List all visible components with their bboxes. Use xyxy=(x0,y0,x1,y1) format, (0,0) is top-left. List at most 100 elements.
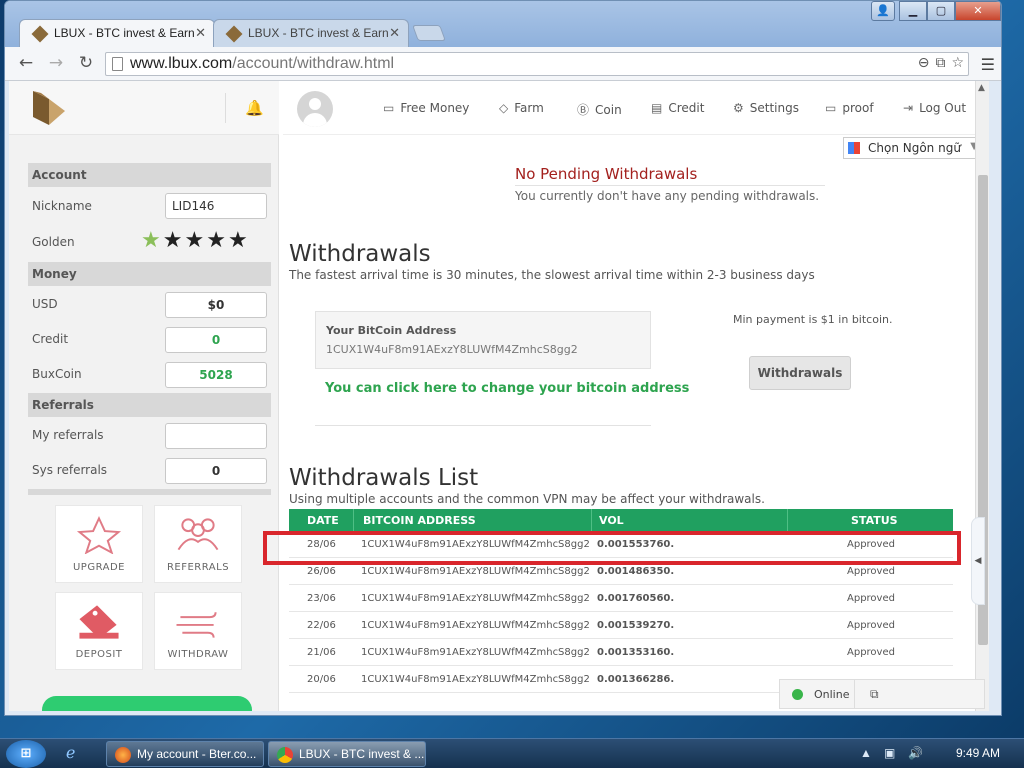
section-account: Account xyxy=(28,163,271,187)
taskbar-item-chrome[interactable]: LBUX - BTC invest & ... xyxy=(268,741,426,767)
nav-coin[interactable]: Ⓑ Coin xyxy=(577,101,622,118)
nav-credit[interactable]: ▤ Credit xyxy=(651,101,704,115)
usd-label: USD xyxy=(32,297,58,311)
zoom-icon[interactable]: ⊖ xyxy=(918,55,930,71)
google-translate-icon xyxy=(848,142,860,154)
withdrawals-button[interactable]: Withdrawals xyxy=(749,356,851,390)
golden-label: Golden xyxy=(32,235,75,249)
browser-window: LBUX - BTC invest & Earn ✕ LBUX - BTC in… xyxy=(4,0,1002,716)
deposit-tag-icon xyxy=(79,605,119,639)
proof-icon: ▭ xyxy=(825,101,837,115)
col-status: STATUS xyxy=(851,514,898,527)
star-icon: ★ xyxy=(206,228,228,253)
withdrawals-list-heading: Withdrawals List xyxy=(289,465,479,491)
credit-card-icon: ▤ xyxy=(651,101,663,115)
clock[interactable]: 9:49 AM xyxy=(956,746,1000,760)
star-icon: ★ xyxy=(162,228,185,253)
withdrawals-list-subtitle: Using multiple accounts and the common V… xyxy=(289,492,765,506)
sidebar-header: 🔔 xyxy=(9,81,279,135)
address-bar[interactable]: www.lbux.com/account/withdraw.html ⊖ ⧉ ☆ xyxy=(105,52,969,76)
taskbar-item-firefox[interactable]: My account - Bter.co... xyxy=(106,741,264,767)
my-referrals-label: My referrals xyxy=(32,428,104,442)
bookmark-star-icon[interactable]: ☆ xyxy=(951,55,964,71)
buxcoin-label: BuxCoin xyxy=(32,367,82,381)
new-tab-button[interactable] xyxy=(412,25,446,41)
star-icon: ★ xyxy=(141,228,163,253)
lbux-favicon-icon xyxy=(31,25,49,43)
sys-referrals-label: Sys referrals xyxy=(32,463,108,477)
table-row[interactable]: 21/06 1CUX1W4uF8m91AExzY8LUWfM4ZmhcS8gg2 0… xyxy=(289,639,953,666)
show-hidden-icons-icon[interactable]: ▲ xyxy=(860,746,872,760)
user-profile-icon[interactable]: 👤 xyxy=(871,1,895,21)
section-referrals: Referrals xyxy=(28,393,271,417)
network-icon[interactable]: ▣ xyxy=(884,746,895,760)
lbux-favicon-icon xyxy=(225,25,243,43)
browser-titlebar: LBUX - BTC invest & Earn ✕ LBUX - BTC in… xyxy=(5,1,1001,47)
nav-settings[interactable]: ⚙ Settings xyxy=(733,101,799,115)
scroll-up-icon: ▲ xyxy=(978,83,985,93)
buxcoin-field: 5028 xyxy=(165,362,267,388)
nickname-label: Nickname xyxy=(32,199,92,213)
nav-farm[interactable]: ◇ Farm xyxy=(499,101,544,115)
referrals-tile[interactable]: REFERRALS xyxy=(154,505,242,583)
popout-icon[interactable]: ⧉ xyxy=(870,687,879,702)
close-window-button[interactable]: ✕ xyxy=(955,1,1001,21)
table-row[interactable]: 28/06 1CUX1W4uF8m91AExzY8LUWfM4ZmhcS8gg2 0… xyxy=(289,531,953,558)
online-status-icon xyxy=(792,689,803,700)
nav-free-money[interactable]: ▭ Free Money xyxy=(383,101,469,115)
green-action-button[interactable] xyxy=(42,696,252,711)
table-row[interactable]: 26/06 1CUX1W4uF8m91AExzY8LUWfM4ZmhcS8gg2 0… xyxy=(289,558,953,585)
deposit-tile[interactable]: DEPOSIT xyxy=(55,592,143,670)
credit-field: 0 xyxy=(165,327,267,353)
table-header: DATE BITCOIN ADDRESS VOL STATUS xyxy=(289,509,953,531)
change-address-link[interactable]: You can click here to change your bitcoi… xyxy=(325,381,689,396)
start-button[interactable]: ⊞ xyxy=(6,740,46,768)
section-money: Money xyxy=(28,262,271,286)
bitcoin-address-box: Your BitCoin Address 1CUX1W4uF8m91AExzY8… xyxy=(315,311,651,369)
internet-explorer-icon[interactable]: ℯ xyxy=(66,743,75,762)
star-outline-icon xyxy=(76,516,122,554)
back-arrow-icon[interactable]: ← xyxy=(15,53,37,75)
pending-title: No Pending Withdrawals xyxy=(515,165,698,183)
chrome-menu-icon[interactable]: ☰ xyxy=(981,55,995,74)
main-content: ▭ Free Money ◇ Farm Ⓑ Coin ▤ Credit ⚙ Setting… xyxy=(283,81,983,711)
tab-close-icon[interactable]: ✕ xyxy=(389,25,400,41)
side-panel-toggle[interactable]: ◀ xyxy=(971,517,985,605)
star-icon: ★ xyxy=(184,228,207,253)
nav-proof[interactable]: ▭ proof xyxy=(825,101,874,115)
nav-logout[interactable]: ⇥ Log Out xyxy=(903,101,966,115)
golden-stars: ★★★★★ xyxy=(141,228,250,253)
avatar[interactable] xyxy=(297,91,333,127)
credit-label: Credit xyxy=(32,332,69,346)
star-icon: ★ xyxy=(227,228,250,253)
withdraw-tile[interactable]: WITHDRAW xyxy=(154,592,242,670)
chrome-icon xyxy=(277,747,293,763)
bitcoin-icon: Ⓑ xyxy=(577,103,590,117)
tab-inactive[interactable]: LBUX - BTC invest & Earn ✕ xyxy=(213,19,409,47)
lbux-logo-icon xyxy=(33,91,65,125)
bitcoin-address-label: Your BitCoin Address xyxy=(326,324,457,337)
translate-icon[interactable]: ⧉ xyxy=(935,55,945,71)
notification-bell-icon[interactable]: 🔔 xyxy=(245,99,264,117)
volume-icon[interactable]: 🔊 xyxy=(908,746,923,760)
table-row[interactable]: 22/06 1CUX1W4uF8m91AExzY8LUWfM4ZmhcS8gg2 0… xyxy=(289,612,953,639)
bitcoin-address-value: 1CUX1W4uF8m91AExzY8LUWfM4ZmhcS8gg2 xyxy=(326,343,578,356)
logout-icon: ⇥ xyxy=(903,101,914,115)
min-payment-text: Min payment is $1 in bitcoin. xyxy=(733,313,893,326)
page-scrollbar[interactable]: ▲ ▼ xyxy=(975,81,989,711)
maximize-button[interactable]: ▢ xyxy=(927,1,955,21)
nickname-field[interactable]: LID146 xyxy=(165,193,267,219)
tab-close-icon[interactable]: ✕ xyxy=(195,25,206,41)
chat-status-bar[interactable]: Online ⧉ xyxy=(779,679,985,709)
forward-arrow-icon[interactable]: → xyxy=(45,53,67,75)
upgrade-tile[interactable]: UPGRADE xyxy=(55,505,143,583)
people-group-icon xyxy=(177,518,219,551)
reload-icon[interactable]: ↻ xyxy=(75,53,97,75)
minimize-button[interactable]: ▁ xyxy=(899,1,927,21)
table-row[interactable]: 23/06 1CUX1W4uF8m91AExzY8LUWfM4ZmhcS8gg2 0… xyxy=(289,585,953,612)
withdrawals-heading: Withdrawals xyxy=(289,241,431,267)
tab-active[interactable]: LBUX - BTC invest & Earn ✕ xyxy=(19,19,215,47)
browser-toolbar: ← → ↻ www.lbux.com/account/withdraw.html… xyxy=(5,47,1001,81)
language-select[interactable]: Chọn Ngôn ngữ ▼ xyxy=(843,137,983,159)
page-icon xyxy=(112,57,123,71)
